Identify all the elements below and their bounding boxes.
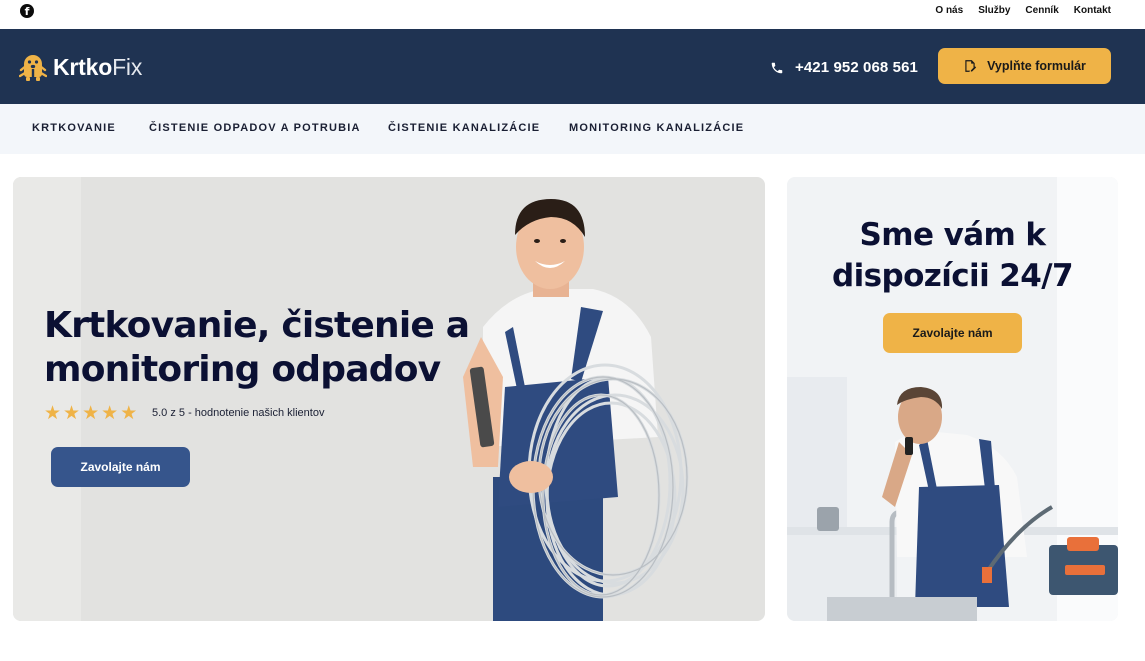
site-header: KrtkoFix +421 952 068 561 Vyplňte formul… bbox=[0, 29, 1145, 104]
phone-number: +421 952 068 561 bbox=[795, 59, 918, 76]
top-link-services[interactable]: Služby bbox=[978, 5, 1010, 16]
top-link-contact[interactable]: Kontakt bbox=[1074, 5, 1111, 16]
availability-title: Sme vám k dispozícii 24/7 bbox=[832, 217, 1073, 294]
top-link-about[interactable]: O nás bbox=[935, 5, 963, 16]
side-call-button[interactable]: Zavolajte nám bbox=[883, 313, 1022, 353]
rating-text: 5.0 z 5 - hodnotenie našich klientov bbox=[152, 407, 325, 419]
star-icon: ★ bbox=[120, 403, 138, 424]
fill-form-label: Vyplňte formulár bbox=[987, 59, 1086, 73]
plumber-with-cable-image bbox=[463, 199, 689, 621]
hero-banner: Krtkovanie, čistenie a monitoring odpado… bbox=[13, 177, 765, 621]
fill-form-button[interactable]: Vyplňte formulár bbox=[938, 48, 1111, 84]
mole-logo-icon bbox=[19, 55, 47, 81]
logo[interactable]: KrtkoFix bbox=[19, 52, 142, 82]
facebook-icon[interactable]: f bbox=[20, 4, 34, 18]
star-icon: ★ bbox=[101, 403, 119, 424]
top-link-pricing[interactable]: Cenník bbox=[1025, 5, 1058, 16]
nav-item-monitoring[interactable]: MONITORING KANALIZÁCIE bbox=[569, 122, 744, 134]
star-icon: ★ bbox=[82, 403, 100, 424]
hero-title: Krtkovanie, čistenie a monitoring odpado… bbox=[44, 305, 470, 390]
star-icon: ★ bbox=[63, 403, 81, 424]
form-edit-icon bbox=[965, 60, 977, 72]
top-utility-bar: f O nás Služby Cenník Kontakt bbox=[0, 0, 1145, 29]
header-phone[interactable]: +421 952 068 561 bbox=[770, 59, 918, 76]
hero-background-strip bbox=[13, 177, 81, 621]
logo-wordmark: KrtkoFix bbox=[53, 53, 143, 80]
phone-icon bbox=[771, 62, 783, 73]
availability-card: Sme vám k dispozícii 24/7 Zavolajte nám bbox=[787, 177, 1118, 621]
nav-item-krtkovanie[interactable]: KRTKOVANIE bbox=[32, 122, 116, 134]
top-links: O nás Služby Cenník Kontakt bbox=[935, 5, 1111, 16]
main-navigation: KRTKOVANIE ČISTENIE ODPADOV A POTRUBIA Č… bbox=[0, 104, 1145, 154]
rating-stars: ★ ★ ★ ★ ★ bbox=[44, 404, 137, 423]
nav-item-cistenie-kanalizacie[interactable]: ČISTENIE KANALIZÁCIE bbox=[388, 122, 540, 134]
hero-call-button[interactable]: Zavolajte nám bbox=[51, 447, 190, 487]
nav-item-cistenie-odpadov[interactable]: ČISTENIE ODPADOV A POTRUBIA bbox=[149, 122, 361, 134]
star-icon: ★ bbox=[44, 403, 62, 424]
